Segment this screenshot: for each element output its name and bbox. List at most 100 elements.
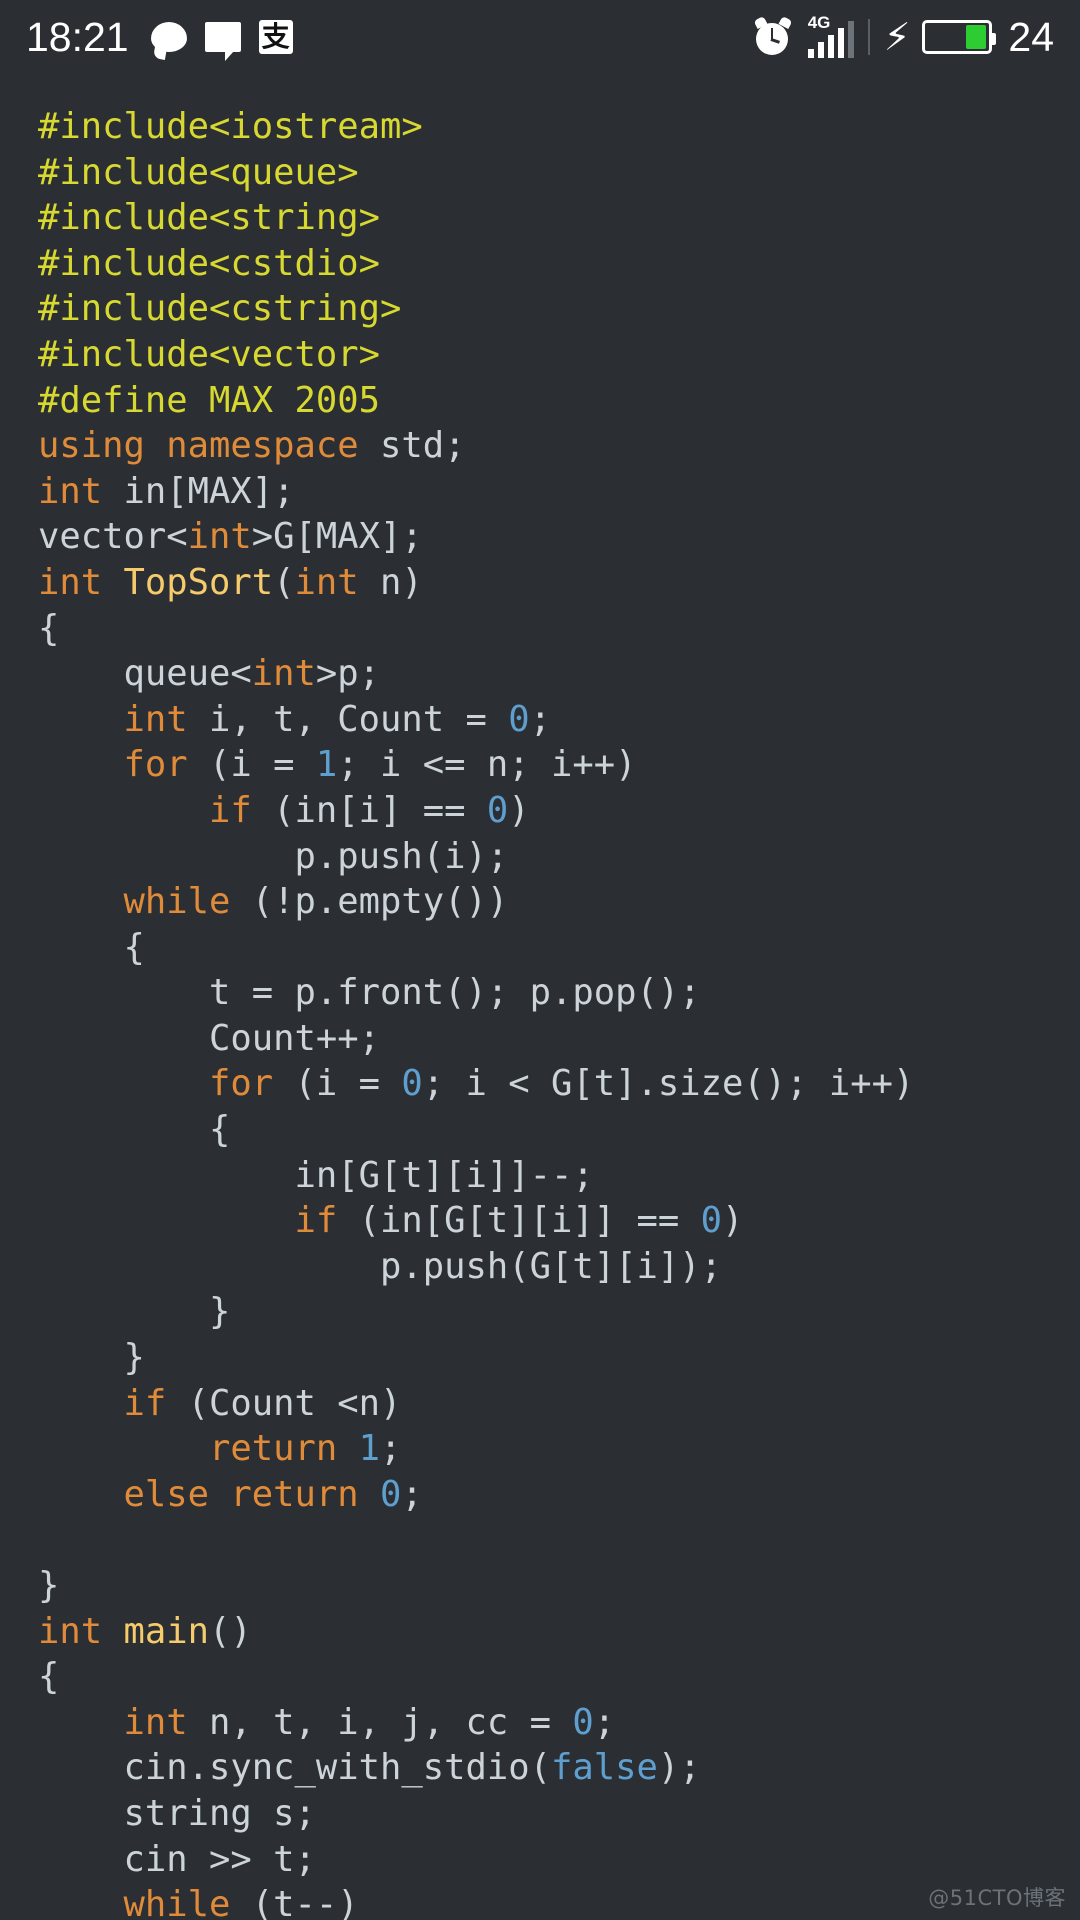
watermark: @51CTO博客 [928,1886,1066,1910]
code-line: #include<cstring> [38,288,401,329]
code-token-txt: (!p.empty()) [230,881,509,923]
code-line: using namespace std; [38,425,465,466]
code-token-txt: } [38,1337,145,1379]
code-token-num: false [550,1747,658,1789]
code-token-txt: t = p.front(); p.pop(); [38,972,701,1014]
code-token-txt: ; i < G[t].size(); i++) [422,1063,915,1105]
code-token-kw: else return [123,1473,359,1515]
code-token-txt: (Count <n) [166,1382,402,1424]
code-token-kw: int [187,516,252,558]
code-token-txt: std; [358,425,466,467]
code-token-txt: in[G[t][i]]--; [38,1154,594,1196]
code-line: #define MAX 2005 [38,380,380,421]
code-token-txt: () [209,1610,252,1652]
code-line: in[G[t][i]]--; [38,1154,594,1196]
code-line: if (in[i] == 0) [38,790,530,831]
code-line: } [38,1291,230,1332]
code-token-kw: int [38,1610,103,1652]
code-token-num: 0 [700,1200,722,1242]
code-line: { [38,927,144,968]
code-token-txt: ; [529,698,551,740]
code-line: else return 0; [38,1474,423,1515]
code-token-txt: (t--) [230,1884,359,1920]
code-line: cin >> t; [38,1839,315,1880]
code-token-pre: #include<cstring> [38,288,402,330]
code-token-kw: int [38,470,103,512]
code-token-num: 1 [358,1428,380,1470]
code-token-pre: #define MAX 2005 [38,379,380,421]
code-token-kw: while [123,1884,231,1920]
source-code: #include<iostream> #include<queue> #incl… [38,104,1080,1920]
status-bar-left: 18:21 支 [26,14,311,61]
code-line: p.push(G[t][i]); [38,1246,722,1287]
code-line: #include<cstdio> [38,243,380,284]
alipay-icon: 支 [258,20,293,54]
code-line: #include<vector> [38,334,380,375]
code-token-kw: int [123,1701,188,1743]
code-line: queue<int>p; [38,653,380,694]
code-token-txt: >p; [315,653,380,695]
code-token-kw: return [208,1428,338,1470]
status-divider [867,19,870,55]
code-line: int TopSort(int n) [38,562,423,603]
code-token-kw: if [208,789,252,831]
code-token-pre: #include<cstdio> [38,242,380,284]
code-line: } [38,1565,59,1606]
code-line: int main() [38,1611,252,1652]
code-line: int n, t, i, j, cc = 0; [38,1701,616,1743]
battery-percent-label: 24 [1008,13,1054,60]
code-token-txt: { [38,1109,231,1151]
code-token-txt: ; [379,1428,402,1470]
code-token-txt: } [38,1291,231,1333]
code-token-txt: p.push(i); [38,835,509,877]
status-bar-right: 4G ⚡ 24 [753,13,1054,61]
code-token-num: 0 [379,1473,402,1515]
code-token-pre: #include<vector> [38,333,380,375]
code-token-num: 0 [401,1063,423,1105]
code-token-txt: (i = [273,1063,402,1105]
code-token-txt: ) [508,789,530,831]
code-token-kw: while [123,881,231,923]
code-line: p.push(i); [38,836,508,877]
code-token-txt: { [38,1656,60,1698]
code-token-fn: main [123,1610,210,1652]
code-token-num: 0 [486,789,509,831]
code-line: Count++; [38,1018,380,1059]
code-token-kw: int [38,561,103,603]
network-type-label: 4G [807,13,831,32]
code-token-kw: for [208,1063,274,1105]
code-token-txt: ; [401,1473,423,1515]
code-line: while (t--) [38,1884,359,1920]
code-token-txt: n) [358,561,423,603]
code-viewer[interactable]: #include<iostream> #include<queue> #incl… [0,74,1080,1920]
battery-icon [922,20,997,54]
signal-bars-icon: 4G [807,13,854,58]
code-token-txt: p.push(G[t][i]); [38,1245,722,1287]
code-token-txt: string s; [38,1792,316,1834]
code-line: vector<int>G[MAX]; [38,516,423,557]
code-token-txt: in[MAX]; [102,470,295,512]
code-token-txt: n, t, i, j, cc = [187,1701,573,1743]
code-token-fn: TopSort [123,561,274,603]
code-token-pre: #include<queue> [38,151,359,193]
code-line: t = p.front(); p.pop(); [38,972,701,1013]
code-token-kw: using namespace [38,425,359,467]
code-token-txt: i, t, Count = [187,698,509,740]
code-token-txt: ; i <= n; i++) [337,744,637,786]
code-token-txt: vector< [38,516,188,558]
code-line: { [38,1656,59,1697]
status-bar: 18:21 支 4G ⚡ 24 [0,0,1080,74]
code-token-txt: { [38,607,60,649]
code-line: { [38,608,59,649]
status-clock: 18:21 [26,13,129,60]
charging-bolt-icon: ⚡ [883,15,911,59]
code-token-txt: ; [593,1701,616,1743]
